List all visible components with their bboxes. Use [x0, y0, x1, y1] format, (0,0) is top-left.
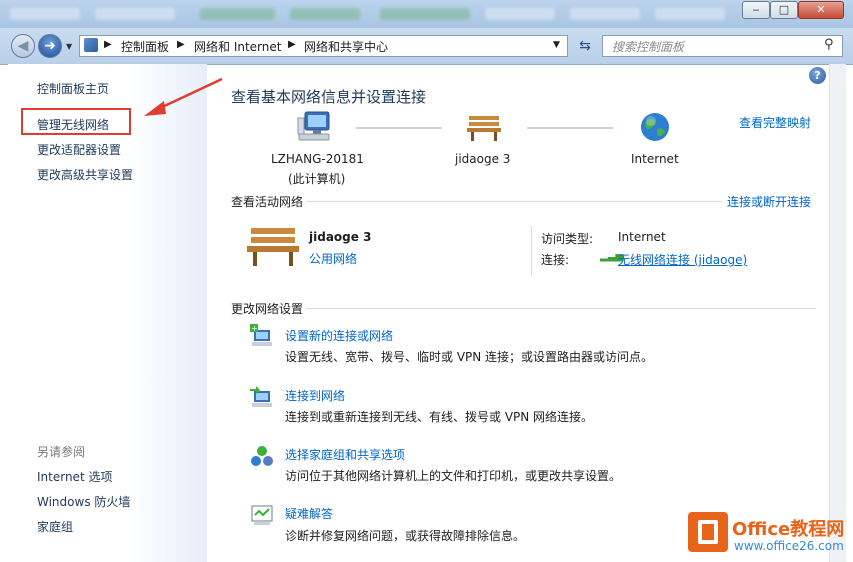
item-connect-network-desc: 连接到或重新连接到无线、有线、拨号或 VPN 网络连接。 [285, 410, 594, 424]
left-navigation-pane [8, 64, 207, 562]
change-settings-heading: 更改网络设置 [231, 302, 304, 316]
see-also-firewall[interactable]: Windows 防火墙 [37, 493, 130, 510]
vertical-scrollbar[interactable] [829, 64, 846, 562]
sidebar-item-control-panel-home[interactable]: 控制面板主页 [37, 80, 109, 97]
vertical-divider [531, 226, 532, 276]
bench-icon [467, 116, 501, 141]
network-type-link[interactable]: 公用网络 [309, 250, 357, 267]
connect-network-icon [250, 386, 272, 407]
item-troubleshoot-link[interactable]: 疑难解答 [285, 505, 333, 522]
refresh-button[interactable]: ⇆ [573, 35, 597, 57]
refresh-icon: ⇆ [579, 38, 591, 54]
view-full-map-link[interactable]: 查看完整映射 [739, 114, 811, 131]
sidebar-item-adapter-settings[interactable]: 更改适配器设置 [37, 141, 121, 158]
arrow-right-icon: ➜ [44, 38, 56, 54]
back-button[interactable]: ◀ [11, 34, 35, 58]
section-divider [306, 201, 722, 202]
item-new-connection-link[interactable]: 设置新的连接或网络 [285, 327, 393, 344]
control-panel-icon [84, 38, 98, 52]
wireless-connection-link[interactable]: 无线网络连接 (jidaoge) [618, 251, 747, 268]
recent-pages-dropdown[interactable]: ▼ [66, 42, 72, 51]
connect-disconnect-link[interactable]: 连接或断开连接 [727, 193, 811, 210]
active-networks-heading: 查看活动网络 [231, 195, 304, 209]
address-dropdown-icon[interactable]: ▼ [553, 40, 560, 50]
item-homegroup-desc: 访问位于其他网络计算机上的文件和打印机，或更改共享设置。 [285, 469, 622, 483]
access-type-value: Internet [618, 230, 666, 244]
blurred-tab [95, 8, 175, 20]
item-troubleshoot-desc: 诊断并修复网络问题，或获得故障排除信息。 [285, 529, 526, 543]
window-title-bar: ‒ □ ✕ [0, 0, 853, 28]
item-new-connection-desc: 设置无线、宽带、拨号、临时或 VPN 连接；或设置路由器或访问点。 [285, 350, 654, 364]
maximize-button[interactable]: □ [770, 1, 798, 19]
section-divider [306, 308, 816, 309]
minimize-button[interactable]: ‒ [742, 1, 770, 19]
connection-line [356, 127, 442, 129]
see-also-heading: 另请参阅 [37, 445, 86, 459]
homegroup-icon [251, 446, 273, 466]
computer-name: LZHANG-20181 [271, 152, 364, 166]
globe-icon [641, 113, 669, 141]
item-homegroup-link[interactable]: 选择家庭组和共享选项 [285, 446, 405, 463]
highlight-box [21, 108, 131, 135]
computer-subtitle: (此计算机) [288, 172, 346, 186]
blurred-tab [655, 8, 725, 20]
breadcrumb-separator-icon: ▶ [177, 39, 185, 50]
close-button[interactable]: ✕ [798, 1, 844, 19]
watermark-url: www.office26.com [734, 539, 844, 553]
svg-text:+: + [251, 324, 258, 333]
new-connection-icon: + [250, 324, 272, 346]
blurred-tab [485, 8, 555, 20]
access-type-label: 访问类型: [541, 232, 594, 246]
bench-icon [247, 228, 299, 266]
address-bar[interactable]: ▶ 控制面板 ▶ 网络和 Internet ▶ 网络和共享中心 ▼ [79, 35, 568, 57]
help-icon[interactable]: ? [809, 67, 826, 84]
active-network-name: jidaoge 3 [309, 230, 372, 244]
blurred-tab [380, 8, 470, 20]
network-name: jidaoge 3 [455, 152, 511, 166]
connection-label: 连接: [541, 253, 570, 267]
breadcrumb-item[interactable]: 网络和共享中心 [304, 38, 388, 55]
see-also-homegroup[interactable]: 家庭组 [37, 518, 73, 535]
page-title: 查看基本网络信息并设置连接 [231, 88, 427, 106]
internet-label: Internet [631, 152, 679, 166]
breadcrumb-separator-icon: ▶ [104, 39, 112, 50]
office-logo-icon [688, 512, 728, 552]
breadcrumb-item[interactable]: 网络和 Internet [194, 38, 281, 55]
blurred-tab [10, 8, 80, 20]
breadcrumb-item[interactable]: 控制面板 [121, 38, 169, 55]
watermark-brand: Office教程网 [732, 519, 845, 540]
search-input[interactable]: 搜索控制面板 [612, 38, 684, 55]
arrow-left-icon: ◀ [17, 38, 29, 54]
blurred-tab [290, 8, 360, 20]
blurred-tab [570, 8, 640, 20]
see-also-internet-options[interactable]: Internet 选项 [37, 468, 112, 485]
computer-icon [297, 111, 330, 141]
search-box[interactable]: 搜索控制面板 ⚲ [602, 35, 843, 57]
sidebar-item-advanced-sharing[interactable]: 更改高级共享设置 [37, 166, 133, 183]
item-connect-network-link[interactable]: 连接到网络 [285, 387, 345, 404]
forward-button[interactable]: ➜ [38, 34, 62, 58]
connection-line [527, 127, 613, 129]
blurred-tab [200, 8, 275, 20]
search-icon[interactable]: ⚲ [824, 37, 834, 52]
troubleshoot-icon [251, 505, 273, 525]
annotation-arrow-icon [144, 77, 223, 116]
breadcrumb-separator-icon: ▶ [288, 39, 296, 50]
